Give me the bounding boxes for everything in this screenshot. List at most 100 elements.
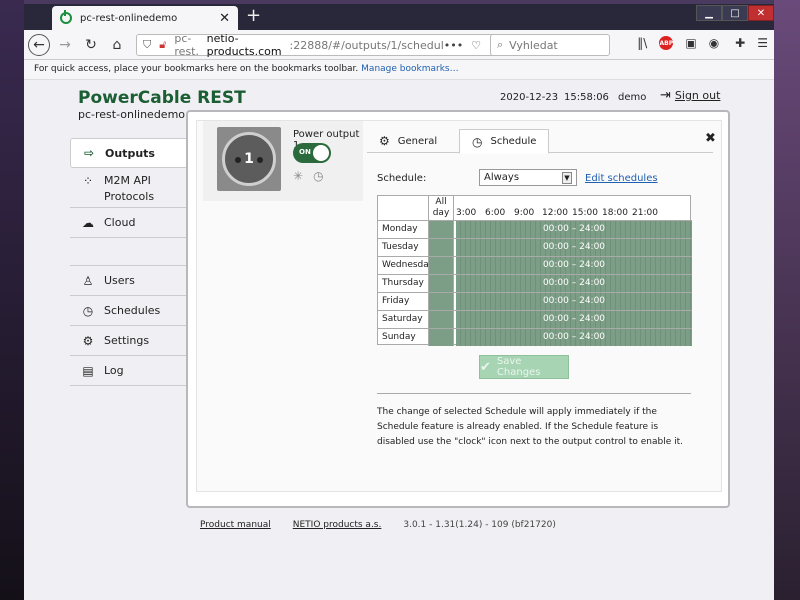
schedule-range: 00:00 – 24:00	[542, 224, 606, 234]
forward-arrow-icon[interactable]: →	[54, 34, 76, 56]
sidebar-item-log[interactable]: ▤ Log	[70, 356, 186, 386]
back-arrow-icon[interactable]: ←	[28, 33, 50, 56]
user-icon: ♙	[82, 273, 94, 288]
sidebar-item-schedules[interactable]: ◷ Schedules	[70, 296, 186, 326]
sidebar-item-outputs[interactable]: ⇨ Outputs	[70, 138, 188, 168]
output-number: 1	[244, 151, 254, 167]
sidebar-item-label: Settings	[104, 334, 150, 347]
new-tab-button[interactable]: +	[246, 5, 261, 26]
sidebar-item-settings[interactable]: ⚙ Settings	[70, 326, 186, 356]
allday-cell[interactable]	[428, 257, 454, 274]
power-favicon-icon	[60, 10, 72, 24]
maximize-button[interactable]: □	[722, 5, 748, 21]
allday-cell[interactable]	[428, 311, 454, 328]
tab-label: Schedule	[490, 136, 537, 147]
sign-out-icon: ⇥	[660, 88, 671, 103]
allday-cell[interactable]	[428, 221, 454, 238]
schedule-bar[interactable]: 00:00 – 24:00	[456, 239, 692, 256]
account-icon[interactable]: ◉	[709, 36, 719, 50]
tab-general[interactable]: ⚙ General	[367, 129, 449, 153]
desktop-background-right	[774, 0, 800, 600]
browser-window: pc-rest-onlinedemo ✕ + ▁ □ ✕ ← → ↻ ⌂ ⛉ 🔓…	[24, 4, 774, 600]
allday-cell[interactable]	[428, 293, 454, 310]
sidebar-toggle-icon[interactable]: ▣	[685, 36, 696, 50]
table-row: Friday 00:00 – 24:00	[378, 292, 692, 310]
schedule-selected-value: Always	[484, 172, 520, 183]
schedule-bar[interactable]: 00:00 – 24:00	[456, 257, 692, 274]
allday-cell[interactable]	[428, 329, 454, 346]
schedule-range: 00:00 – 24:00	[542, 332, 606, 342]
edit-schedules-link[interactable]: Edit schedules	[585, 173, 658, 184]
browser-tab[interactable]: pc-rest-onlinedemo ✕	[52, 6, 238, 30]
footer: Product manual NETIO products a.s. 3.0.1…	[200, 520, 556, 530]
day-label: Monday	[382, 224, 418, 234]
detail-tabs: ⚙ General ◷ Schedule	[367, 129, 713, 154]
schedule-range: 00:00 – 24:00	[542, 278, 606, 288]
schedule-clock-icon[interactable]: ◷	[313, 169, 323, 183]
schedule-bar[interactable]: 00:00 – 24:00	[456, 329, 692, 346]
hour-label: 15:00	[572, 208, 598, 218]
sidebar-item-label: Log	[104, 364, 124, 377]
bookmarks-hint: For quick access, place your bookmarks h…	[34, 64, 359, 74]
schedule-bar[interactable]: 00:00 – 24:00	[456, 293, 692, 310]
search-input[interactable]: ⌕ Vyhledat	[490, 34, 610, 56]
product-manual-link[interactable]: Product manual	[200, 520, 271, 530]
tab-label: General	[397, 135, 438, 147]
allday-cell[interactable]	[428, 239, 454, 256]
close-icon[interactable]: ✖	[705, 131, 716, 146]
allday-cell[interactable]	[428, 275, 454, 292]
hour-label: 9:00	[514, 208, 535, 218]
manage-bookmarks-link[interactable]: Manage bookmarks…	[361, 64, 458, 74]
sign-out-button[interactable]: ⇥ Sign out	[660, 88, 720, 103]
chevron-down-icon: ▼	[562, 171, 572, 184]
tab-close-icon[interactable]: ✕	[219, 11, 230, 26]
sidebar-item-cloud[interactable]: ☁︎ Cloud	[70, 208, 186, 238]
address-bar[interactable]: ⛉ 🔓︎ pc-rest. netio-products.com:22888/#/…	[136, 32, 506, 58]
schedule-range: 00:00 – 24:00	[542, 242, 606, 252]
schedule-bar[interactable]: 00:00 – 24:00	[456, 275, 692, 292]
shield-icon[interactable]: ⛉	[143, 38, 151, 52]
sidebar-item-label: M2M API Protocols	[104, 174, 155, 203]
tab-schedule[interactable]: ◷ Schedule	[459, 129, 550, 154]
extensions-icon[interactable]: ✚	[735, 36, 745, 50]
m2m-dots-icon: ⁘	[82, 174, 94, 188]
device-name: pc-rest-onlinedemo	[78, 108, 186, 121]
url-domain: netio-products.com	[206, 32, 282, 58]
company-link[interactable]: NETIO products a.s.	[293, 520, 382, 530]
adblock-icon[interactable]: ABP	[659, 36, 674, 50]
minimize-button[interactable]: ▁	[696, 5, 722, 21]
schedule-bar[interactable]: 00:00 – 24:00	[456, 311, 692, 328]
sidebar-item-label: Outputs	[105, 146, 155, 160]
loading-spinner-icon[interactable]: ✳︎	[293, 169, 303, 183]
save-changes-button[interactable]: ✔ Save Changes	[479, 355, 569, 379]
table-row: Monday 00:00 – 24:00	[378, 220, 692, 238]
schedule-range: 00:00 – 24:00	[542, 296, 606, 306]
sign-out-label: Sign out	[674, 89, 721, 102]
menu-icon[interactable]: ☰	[757, 36, 768, 50]
sidebar-item-users[interactable]: ♙ Users	[70, 266, 186, 296]
sidebar-item-label: Schedules	[104, 304, 161, 317]
schedule-select[interactable]: Always ▼	[479, 169, 577, 186]
schedule-range: 00:00 – 24:00	[542, 314, 606, 324]
clock-icon: ◷	[472, 134, 483, 149]
day-label: Saturday	[382, 314, 423, 324]
library-icon[interactable]: ‖\	[637, 36, 647, 50]
page-actions-icon[interactable]: •••	[444, 39, 463, 52]
url-prefix: pc-rest.	[174, 32, 199, 58]
log-icon: ▤	[82, 363, 94, 378]
bookmarks-toolbar: For quick access, place your bookmarks h…	[24, 60, 774, 80]
gear-icon: ⚙	[379, 134, 390, 148]
title-bar: pc-rest-onlinedemo ✕ + ▁ □ ✕	[24, 4, 774, 30]
insecure-lock-icon[interactable]: 🔓︎	[159, 38, 166, 52]
socket-icon: 1	[217, 127, 281, 191]
sidebar-item-m2m-api[interactable]: ⁘ M2M API Protocols	[70, 168, 186, 208]
table-row: Tuesday 00:00 – 24:00	[378, 238, 692, 256]
home-icon[interactable]: ⌂	[106, 34, 128, 56]
search-placeholder: Vyhledat	[509, 38, 558, 52]
table-row: Saturday 00:00 – 24:00	[378, 310, 692, 328]
pocket-icon[interactable]: ♡	[471, 39, 481, 52]
close-window-button[interactable]: ✕	[748, 5, 774, 21]
output-toggle[interactable]: ON	[293, 143, 331, 163]
schedule-bar[interactable]: 00:00 – 24:00	[456, 221, 692, 238]
reload-icon[interactable]: ↻	[80, 34, 102, 56]
